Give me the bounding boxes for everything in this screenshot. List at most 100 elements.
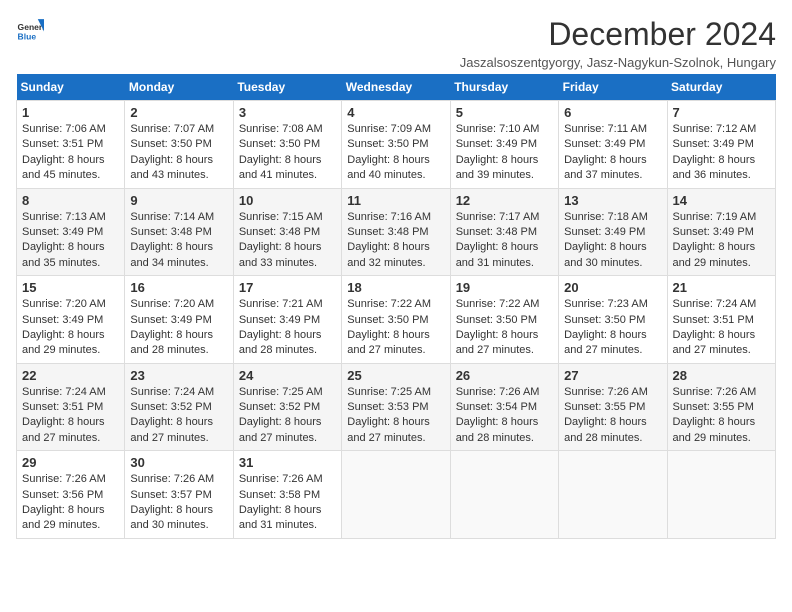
calendar-cell: 8 Sunrise: 7:13 AM Sunset: 3:49 PM Dayli… xyxy=(17,188,125,276)
calendar-cell: 29 Sunrise: 7:26 AM Sunset: 3:56 PM Dayl… xyxy=(17,451,125,539)
day-number: 23 xyxy=(130,368,227,383)
day-number: 1 xyxy=(22,105,119,120)
sunset-label: Sunset: 3:52 PM xyxy=(130,401,211,413)
calendar-header-row: SundayMondayTuesdayWednesdayThursdayFrid… xyxy=(17,74,776,101)
calendar-cell: 2 Sunrise: 7:07 AM Sunset: 3:50 PM Dayli… xyxy=(125,101,233,189)
day-number: 2 xyxy=(130,105,227,120)
sunrise-label: Sunrise: 7:12 AM xyxy=(673,123,757,135)
sunrise-label: Sunrise: 7:18 AM xyxy=(564,211,648,223)
sunset-label: Sunset: 3:49 PM xyxy=(130,314,211,326)
day-info: Sunrise: 7:22 AM Sunset: 3:50 PM Dayligh… xyxy=(347,297,444,359)
calendar-table: SundayMondayTuesdayWednesdayThursdayFrid… xyxy=(16,74,776,539)
calendar-cell: 21 Sunrise: 7:24 AM Sunset: 3:51 PM Dayl… xyxy=(667,276,775,364)
day-info: Sunrise: 7:08 AM Sunset: 3:50 PM Dayligh… xyxy=(239,122,336,184)
day-info: Sunrise: 7:20 AM Sunset: 3:49 PM Dayligh… xyxy=(130,297,227,359)
sunrise-label: Sunrise: 7:23 AM xyxy=(564,298,648,310)
day-info: Sunrise: 7:15 AM Sunset: 3:48 PM Dayligh… xyxy=(239,210,336,272)
sunrise-label: Sunrise: 7:10 AM xyxy=(456,123,540,135)
daylight-label: Daylight: 8 hours and 45 minutes. xyxy=(22,154,105,181)
sunrise-label: Sunrise: 7:24 AM xyxy=(130,386,214,398)
day-header-tuesday: Tuesday xyxy=(233,74,341,101)
day-info: Sunrise: 7:23 AM Sunset: 3:50 PM Dayligh… xyxy=(564,297,661,359)
subtitle: Jaszalsoszentgyorgy, Jasz-Nagykun-Szolno… xyxy=(460,55,776,70)
day-info: Sunrise: 7:18 AM Sunset: 3:49 PM Dayligh… xyxy=(564,210,661,272)
daylight-label: Daylight: 8 hours and 28 minutes. xyxy=(456,416,539,443)
calendar-week-row: 15 Sunrise: 7:20 AM Sunset: 3:49 PM Dayl… xyxy=(17,276,776,364)
sunset-label: Sunset: 3:48 PM xyxy=(130,226,211,238)
day-number: 8 xyxy=(22,193,119,208)
sunrise-label: Sunrise: 7:26 AM xyxy=(564,386,648,398)
daylight-label: Daylight: 8 hours and 27 minutes. xyxy=(130,416,213,443)
calendar-week-row: 29 Sunrise: 7:26 AM Sunset: 3:56 PM Dayl… xyxy=(17,451,776,539)
day-number: 31 xyxy=(239,455,336,470)
sunrise-label: Sunrise: 7:26 AM xyxy=(239,473,323,485)
day-info: Sunrise: 7:10 AM Sunset: 3:49 PM Dayligh… xyxy=(456,122,553,184)
svg-text:Blue: Blue xyxy=(18,31,37,41)
daylight-label: Daylight: 8 hours and 27 minutes. xyxy=(239,416,322,443)
sunset-label: Sunset: 3:58 PM xyxy=(239,489,320,501)
day-header-monday: Monday xyxy=(125,74,233,101)
day-info: Sunrise: 7:22 AM Sunset: 3:50 PM Dayligh… xyxy=(456,297,553,359)
daylight-label: Daylight: 8 hours and 43 minutes. xyxy=(130,154,213,181)
sunrise-label: Sunrise: 7:07 AM xyxy=(130,123,214,135)
daylight-label: Daylight: 8 hours and 28 minutes. xyxy=(239,329,322,356)
sunrise-label: Sunrise: 7:26 AM xyxy=(673,386,757,398)
sunrise-label: Sunrise: 7:25 AM xyxy=(347,386,431,398)
daylight-label: Daylight: 8 hours and 31 minutes. xyxy=(456,241,539,268)
daylight-label: Daylight: 8 hours and 27 minutes. xyxy=(673,329,756,356)
daylight-label: Daylight: 8 hours and 35 minutes. xyxy=(22,241,105,268)
day-info: Sunrise: 7:24 AM Sunset: 3:51 PM Dayligh… xyxy=(22,385,119,447)
day-info: Sunrise: 7:07 AM Sunset: 3:50 PM Dayligh… xyxy=(130,122,227,184)
sunset-label: Sunset: 3:52 PM xyxy=(239,401,320,413)
day-header-sunday: Sunday xyxy=(17,74,125,101)
sunrise-label: Sunrise: 7:09 AM xyxy=(347,123,431,135)
day-info: Sunrise: 7:14 AM Sunset: 3:48 PM Dayligh… xyxy=(130,210,227,272)
day-number: 6 xyxy=(564,105,661,120)
day-number: 25 xyxy=(347,368,444,383)
calendar-cell xyxy=(559,451,667,539)
sunset-label: Sunset: 3:55 PM xyxy=(673,401,754,413)
sunrise-label: Sunrise: 7:13 AM xyxy=(22,211,106,223)
daylight-label: Daylight: 8 hours and 34 minutes. xyxy=(130,241,213,268)
sunset-label: Sunset: 3:48 PM xyxy=(456,226,537,238)
sunrise-label: Sunrise: 7:06 AM xyxy=(22,123,106,135)
calendar-cell xyxy=(450,451,558,539)
day-info: Sunrise: 7:24 AM Sunset: 3:52 PM Dayligh… xyxy=(130,385,227,447)
calendar-cell: 4 Sunrise: 7:09 AM Sunset: 3:50 PM Dayli… xyxy=(342,101,450,189)
calendar-cell: 16 Sunrise: 7:20 AM Sunset: 3:49 PM Dayl… xyxy=(125,276,233,364)
sunset-label: Sunset: 3:50 PM xyxy=(130,138,211,150)
daylight-label: Daylight: 8 hours and 29 minutes. xyxy=(673,241,756,268)
day-info: Sunrise: 7:06 AM Sunset: 3:51 PM Dayligh… xyxy=(22,122,119,184)
calendar-cell: 30 Sunrise: 7:26 AM Sunset: 3:57 PM Dayl… xyxy=(125,451,233,539)
day-number: 12 xyxy=(456,193,553,208)
day-number: 16 xyxy=(130,280,227,295)
calendar-cell: 20 Sunrise: 7:23 AM Sunset: 3:50 PM Dayl… xyxy=(559,276,667,364)
sunset-label: Sunset: 3:49 PM xyxy=(564,226,645,238)
daylight-label: Daylight: 8 hours and 30 minutes. xyxy=(564,241,647,268)
sunrise-label: Sunrise: 7:19 AM xyxy=(673,211,757,223)
day-number: 28 xyxy=(673,368,770,383)
sunrise-label: Sunrise: 7:20 AM xyxy=(130,298,214,310)
day-number: 14 xyxy=(673,193,770,208)
daylight-label: Daylight: 8 hours and 33 minutes. xyxy=(239,241,322,268)
daylight-label: Daylight: 8 hours and 28 minutes. xyxy=(130,329,213,356)
calendar-cell: 14 Sunrise: 7:19 AM Sunset: 3:49 PM Dayl… xyxy=(667,188,775,276)
daylight-label: Daylight: 8 hours and 40 minutes. xyxy=(347,154,430,181)
calendar-cell: 11 Sunrise: 7:16 AM Sunset: 3:48 PM Dayl… xyxy=(342,188,450,276)
day-info: Sunrise: 7:16 AM Sunset: 3:48 PM Dayligh… xyxy=(347,210,444,272)
day-number: 27 xyxy=(564,368,661,383)
calendar-week-row: 1 Sunrise: 7:06 AM Sunset: 3:51 PM Dayli… xyxy=(17,101,776,189)
day-number: 26 xyxy=(456,368,553,383)
sunset-label: Sunset: 3:50 PM xyxy=(456,314,537,326)
day-number: 13 xyxy=(564,193,661,208)
calendar-cell: 13 Sunrise: 7:18 AM Sunset: 3:49 PM Dayl… xyxy=(559,188,667,276)
sunrise-label: Sunrise: 7:25 AM xyxy=(239,386,323,398)
sunrise-label: Sunrise: 7:24 AM xyxy=(22,386,106,398)
day-number: 19 xyxy=(456,280,553,295)
sunset-label: Sunset: 3:48 PM xyxy=(347,226,428,238)
sunset-label: Sunset: 3:49 PM xyxy=(673,138,754,150)
calendar-cell: 19 Sunrise: 7:22 AM Sunset: 3:50 PM Dayl… xyxy=(450,276,558,364)
sunset-label: Sunset: 3:55 PM xyxy=(564,401,645,413)
calendar-body: 1 Sunrise: 7:06 AM Sunset: 3:51 PM Dayli… xyxy=(17,101,776,539)
day-number: 11 xyxy=(347,193,444,208)
